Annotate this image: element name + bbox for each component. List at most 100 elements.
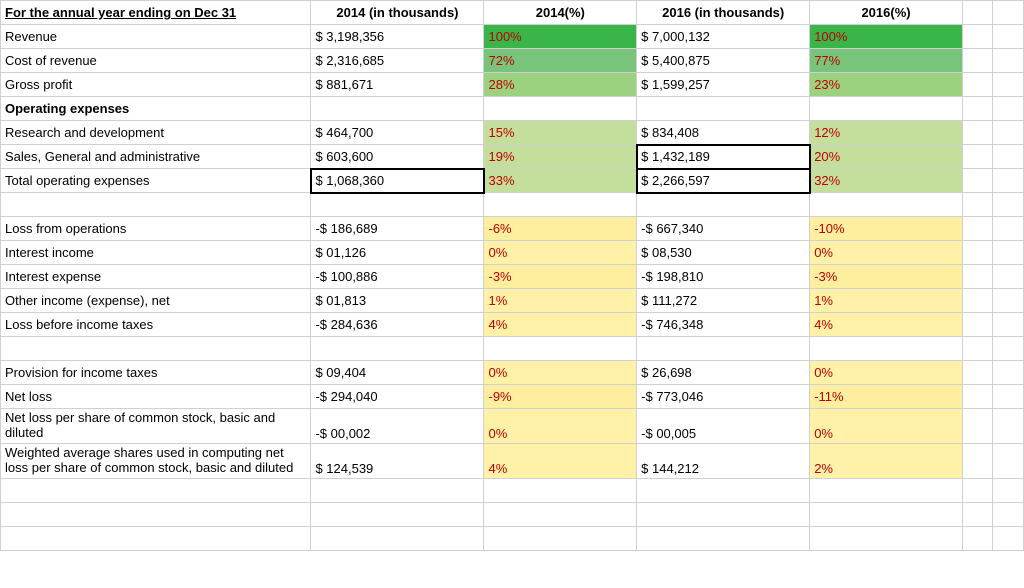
empty-cell [311,337,484,361]
cell-label: Other income (expense), net [1,289,311,313]
cell-value: -$ 186,689 [311,217,484,241]
cell-pct: 12% [810,121,963,145]
empty-cell [962,409,993,444]
cell-pct: -3% [810,265,963,289]
row-net-loss: Net loss -$ 294,040 -9% -$ 773,046 -11% [1,385,1024,409]
cell-value: -$ 746,348 [637,313,810,337]
cell-pct: 23% [810,73,963,97]
empty-cell [993,169,1024,193]
cell-label: Interest expense [1,265,311,289]
empty-cell [1,478,311,502]
header-row: For the annual year ending on Dec 31 201… [1,1,1024,25]
empty-cell [993,49,1024,73]
empty-cell [1,502,311,526]
empty-cell [962,193,993,217]
cell-label: Interest income [1,241,311,265]
cell-pct: 33% [484,169,637,193]
cell-pct: 32% [810,169,963,193]
cell-label: Net loss [1,385,311,409]
empty-cell [810,478,963,502]
empty-cell [962,73,993,97]
cell-pct: 19% [484,145,637,169]
cell-value: $ 144,212 [637,443,810,478]
empty-cell [993,443,1024,478]
cell-label: Loss from operations [1,217,311,241]
cell-value: $ 1,068,360 [311,169,484,193]
cell-value: $ 5,400,875 [637,49,810,73]
cell-pct: -6% [484,217,637,241]
empty-cell [962,337,993,361]
empty-cell [810,193,963,217]
empty-cell [993,193,1024,217]
empty-cell [484,502,637,526]
cell-value: $ 1,432,189 [637,145,810,169]
empty-cell [962,1,993,25]
header-label: For the annual year ending on Dec 31 [1,1,311,25]
empty-cell [962,241,993,265]
cell-label: Research and development [1,121,311,145]
cell-pct: 15% [484,121,637,145]
cell-value: -$ 00,002 [311,409,484,444]
cell-value: -$ 100,886 [311,265,484,289]
empty-cell [993,409,1024,444]
empty-cell [637,97,810,121]
cell-value: $ 111,272 [637,289,810,313]
cell-value: $ 09,404 [311,361,484,385]
cell-pct: 77% [810,49,963,73]
row-blank [1,526,1024,550]
empty-cell [993,385,1024,409]
empty-cell [962,169,993,193]
cell-label: Revenue [1,25,311,49]
header-2016-val: 2016 (in thousands) [637,1,810,25]
header-2014-val: 2014 (in thousands) [311,1,484,25]
empty-cell [993,121,1024,145]
cell-value: $ 464,700 [311,121,484,145]
row-blank [1,193,1024,217]
cell-label: Sales, General and administrative [1,145,311,169]
row-total-op-exp: Total operating expenses $ 1,068,360 33%… [1,169,1024,193]
cell-pct: 100% [810,25,963,49]
empty-cell [993,526,1024,550]
row-revenue: Revenue $ 3,198,356 100% $ 7,000,132 100… [1,25,1024,49]
empty-cell [484,97,637,121]
empty-cell [484,478,637,502]
cell-value: $ 2,266,597 [637,169,810,193]
empty-cell [962,313,993,337]
cell-pct: 4% [810,313,963,337]
empty-cell [962,217,993,241]
cell-pct: -3% [484,265,637,289]
row-cost-of-revenue: Cost of revenue $ 2,316,685 72% $ 5,400,… [1,49,1024,73]
cell-pct: 28% [484,73,637,97]
empty-cell [311,97,484,121]
cell-value: $ 834,408 [637,121,810,145]
empty-cell [993,97,1024,121]
row-section-operating-expenses: Operating expenses [1,97,1024,121]
cell-pct: 1% [484,289,637,313]
empty-cell [810,337,963,361]
cell-pct: -10% [810,217,963,241]
cell-pct: 0% [484,241,637,265]
empty-cell [962,49,993,73]
row-provision: Provision for income taxes $ 09,404 0% $… [1,361,1024,385]
empty-cell [311,502,484,526]
cell-value: $ 2,316,685 [311,49,484,73]
empty-cell [993,1,1024,25]
empty-cell [993,241,1024,265]
cell-pct: 0% [810,361,963,385]
empty-cell [637,337,810,361]
empty-cell [484,337,637,361]
empty-cell [311,526,484,550]
cell-value: $ 1,599,257 [637,73,810,97]
cell-label: Loss before income taxes [1,313,311,337]
cell-pct: 100% [484,25,637,49]
empty-cell [993,337,1024,361]
empty-cell [1,526,311,550]
empty-cell [1,337,311,361]
cell-label: Provision for income taxes [1,361,311,385]
cell-pct: -11% [810,385,963,409]
cell-pct: 1% [810,289,963,313]
empty-cell [993,25,1024,49]
empty-cell [810,502,963,526]
empty-cell [993,145,1024,169]
cell-pct: 4% [484,313,637,337]
